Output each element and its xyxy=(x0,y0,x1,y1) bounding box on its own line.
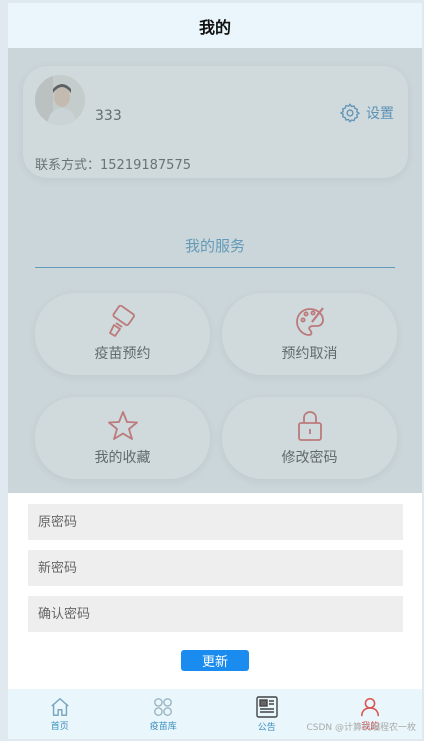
services-title: 我的服务 xyxy=(184,237,245,255)
service-vaccine-booking[interactable]: 疫苗预约 xyxy=(35,293,210,375)
contact-info: 联系方式：15219187575 xyxy=(35,154,191,173)
home-icon xyxy=(51,698,69,716)
tab-label: 公告 xyxy=(257,723,276,733)
services-divider xyxy=(35,267,395,268)
service-label: 疫苗预约 xyxy=(94,346,151,362)
settings-label: 设置 xyxy=(366,106,394,122)
vaccine-icon xyxy=(108,305,135,337)
service-label: 预约取消 xyxy=(281,346,338,362)
top-bar: 我的 xyxy=(8,3,422,48)
update-button[interactable]: 更新 xyxy=(181,650,249,671)
username: 333 xyxy=(95,108,122,124)
tab-label: 首页 xyxy=(50,722,69,732)
confirm-password-field[interactable] xyxy=(28,596,403,632)
palette-icon xyxy=(295,307,324,336)
service-favorites[interactable]: 我的收藏 xyxy=(35,397,210,479)
tab-label: 疫苗库 xyxy=(149,722,177,732)
service-cancel-booking[interactable]: 预约取消 xyxy=(222,293,397,375)
tab-home[interactable]: 首页 xyxy=(8,689,112,739)
service-label: 我的收藏 xyxy=(94,450,151,466)
tab-announcements[interactable]: 公告 xyxy=(215,689,319,739)
new-password-field[interactable] xyxy=(28,550,403,586)
app-frame: 我的 333 设置 联系方式：15219187575 我的服务 疫苗预约 预约取… xyxy=(8,3,422,739)
lock-icon xyxy=(297,411,322,441)
page-title: 我的 xyxy=(198,17,231,37)
newspaper-icon xyxy=(256,696,278,718)
settings-button[interactable]: 设置 xyxy=(339,102,394,124)
profile-card: 333 设置 联系方式：15219187575 xyxy=(23,66,408,178)
service-change-password[interactable]: 修改密码 xyxy=(222,397,397,479)
contact-label: 联系方式： xyxy=(35,158,101,173)
watermark: CSDN @计算机编程农一枚 xyxy=(306,723,416,733)
gear-icon xyxy=(339,103,361,123)
old-password-field[interactable] xyxy=(28,504,403,540)
main-content: 333 设置 联系方式：15219187575 我的服务 疫苗预约 预约取消 我… xyxy=(8,48,422,493)
user-icon xyxy=(361,697,380,717)
service-label: 修改密码 xyxy=(281,450,338,466)
grid-icon xyxy=(154,698,173,716)
contact-value: 15219187575 xyxy=(100,158,191,173)
password-panel: 更新 xyxy=(8,493,422,689)
avatar[interactable] xyxy=(35,75,85,125)
tab-vaccine-library[interactable]: 疫苗库 xyxy=(112,689,216,739)
star-icon xyxy=(107,411,138,440)
